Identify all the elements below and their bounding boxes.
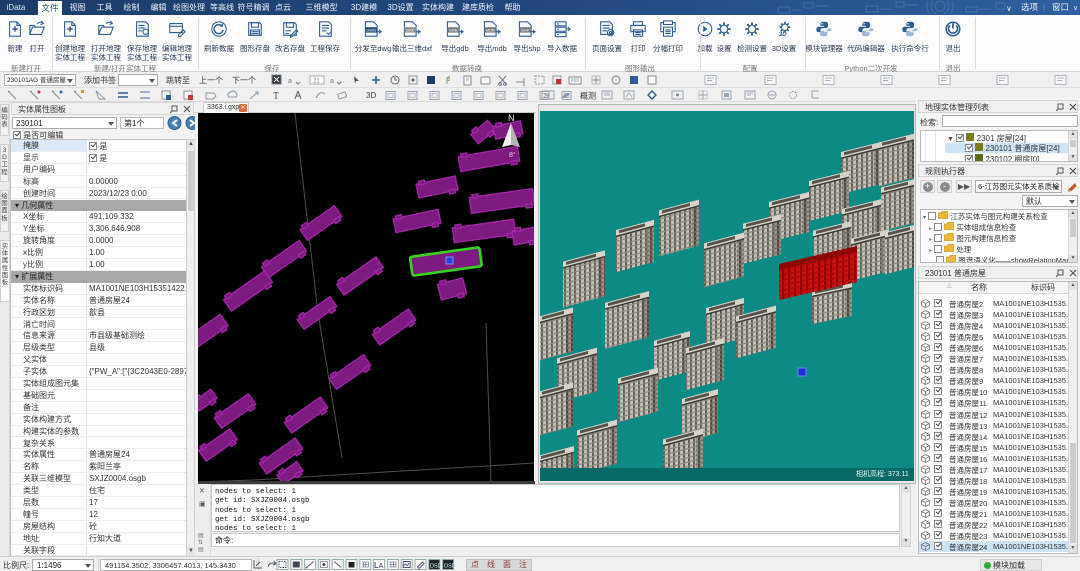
svg-text:a: a <box>288 78 292 85</box>
svg-text:T: T <box>273 91 279 102</box>
svg-text:N: N <box>508 113 515 123</box>
svg-text:21: 21 <box>313 79 320 85</box>
svg-text:DSD: DSD <box>430 564 442 570</box>
svg-text:概测: 概测 <box>580 91 596 101</box>
svg-text:A: A <box>379 563 384 570</box>
svg-text:8°: 8° <box>509 151 516 159</box>
svg-text:3D: 3D <box>366 91 376 100</box>
svg-text:OSD: OSD <box>444 564 456 570</box>
svg-text:a: a <box>330 78 334 85</box>
svg-text:29: 29 <box>544 94 550 100</box>
